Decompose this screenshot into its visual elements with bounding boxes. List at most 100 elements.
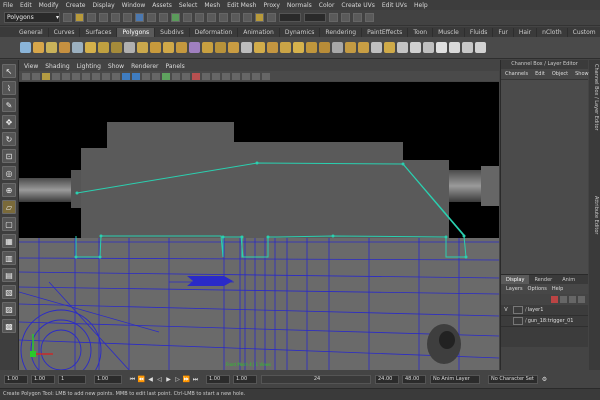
bridge-icon[interactable] [267,42,278,53]
layout-single-icon[interactable]: ▢ [2,217,16,231]
cylindrical-mapping-icon[interactable] [410,42,421,53]
open-scene-icon[interactable] [75,13,84,22]
gate-mask-icon[interactable] [92,72,100,80]
camera-select-icon[interactable] [22,72,30,80]
menu-color[interactable]: Color [319,2,335,9]
tab-display-layers[interactable]: Display [501,275,530,284]
range-end-field[interactable]: 24.00 [375,374,399,384]
poly-cylinder-icon[interactable] [46,42,57,53]
input-field-1[interactable] [279,13,301,22]
tab-curves[interactable]: Curves [49,28,81,37]
ambient-occlusion-icon[interactable] [232,72,240,80]
lasso-tool-icon[interactable]: ⌇ [2,81,16,95]
poly-sphere-icon[interactable] [20,42,31,53]
mask-face-icon[interactable] [159,13,168,22]
layout-graph-icon[interactable]: ▧ [2,285,16,299]
separate-icon[interactable] [163,42,174,53]
poke-icon[interactable] [384,42,395,53]
step-forward-key-icon[interactable]: ▷ [173,375,182,384]
xray-joints-icon[interactable] [202,72,210,80]
layer-display-type-toggle[interactable] [513,306,523,314]
insert-edge-loop-icon[interactable] [306,42,317,53]
wireframe-on-shaded-icon[interactable] [142,72,150,80]
poly-cube-icon[interactable] [33,42,44,53]
step-back-key-icon[interactable]: ◀ [146,375,155,384]
lights-icon[interactable] [172,72,180,80]
boolean-intersection-icon[interactable] [228,42,239,53]
go-to-end-icon[interactable]: ⏭ [191,375,200,384]
poly-pyramid-icon[interactable] [111,42,122,53]
start-time-field[interactable]: 1.00 [4,374,28,384]
tab-animation[interactable]: Animation [238,28,280,37]
toggle-panel-icon[interactable] [329,13,338,22]
anim-layer-dropdown[interactable]: No Anim Layer [430,374,480,384]
tab-render-layers[interactable]: Render [529,275,557,284]
create-polygon-tool-icon[interactable]: ▱ [2,200,16,214]
tab-muscle[interactable]: Muscle [433,28,465,37]
menu-edit-uvs[interactable]: Edit UVs [382,2,407,9]
cb-menu-object[interactable]: Object [552,71,568,77]
anim-end-field[interactable]: 48.00 [402,374,426,384]
boolean-union-icon[interactable] [202,42,213,53]
tab-dynamics[interactable]: Dynamics [280,28,321,37]
input-field-2[interactable] [304,13,326,22]
menu-create-uvs[interactable]: Create UVs [341,2,374,9]
save-scene-icon[interactable] [87,13,96,22]
poly-torus-icon[interactable] [85,42,96,53]
tab-surfaces[interactable]: Surfaces [80,28,118,37]
tab-rendering[interactable]: Rendering [320,28,363,37]
scale-tool-icon[interactable]: ⊡ [2,149,16,163]
boolean-difference-icon[interactable] [215,42,226,53]
extrude-icon[interactable] [254,42,265,53]
poly-pipe-icon[interactable] [124,42,135,53]
go-to-start-icon[interactable]: ⏮ [128,375,137,384]
layer-menu-help[interactable]: Help [552,286,563,292]
layout-four-icon[interactable]: ▦ [2,234,16,248]
menu-help[interactable]: Help [414,2,428,9]
menu-display[interactable]: Display [93,2,115,9]
soft-mod-icon[interactable]: ◎ [2,166,16,180]
layer-row[interactable]: / gun_18:trigger_01 [501,316,588,327]
wedge-icon[interactable] [371,42,382,53]
motion-blur-icon[interactable] [242,72,250,80]
character-set-dropdown[interactable]: No Character Set [488,374,538,384]
playback-start-field[interactable]: 1.00 [31,374,55,384]
camera-attributes-icon[interactable] [32,72,40,80]
side-tab-channel-box[interactable]: Channel Box / Layer Editor [590,64,599,131]
combine-icon[interactable] [150,42,161,53]
select-component-icon[interactable] [123,13,132,22]
current-frame-field[interactable]: 1.00 [94,374,122,384]
grid-toggle-icon[interactable] [62,72,70,80]
layer-display-type-toggle[interactable] [513,317,523,325]
cb-menu-channels[interactable]: Channels [505,71,528,77]
tab-toon[interactable]: Toon [408,28,434,37]
shadows-icon[interactable] [182,72,190,80]
menu-create[interactable]: Create [66,2,86,9]
image-plane-icon[interactable] [52,72,60,80]
menu-proxy[interactable]: Proxy [263,2,279,9]
tab-hair[interactable]: Hair [514,28,538,37]
move-down-icon[interactable] [578,296,585,303]
extract-icon[interactable] [176,42,187,53]
collapse-icon[interactable] [358,42,369,53]
poly-prism-icon[interactable] [98,42,109,53]
xray-icon[interactable] [152,72,160,80]
layout-two-icon[interactable]: ▥ [2,251,16,265]
tab-general[interactable]: General [14,28,49,37]
step-forward-icon[interactable]: ⏩ [182,375,191,384]
manipulator-icon[interactable]: ⊕ [2,183,16,197]
mask-vertex-icon[interactable] [135,13,144,22]
menu-edit-mesh[interactable]: Edit Mesh [227,2,256,9]
layer-row[interactable]: V / layer1 [501,305,588,316]
wireframe-icon[interactable] [122,72,130,80]
snap-grid-icon[interactable] [183,13,192,22]
bevel-icon[interactable] [332,42,343,53]
preferences-icon[interactable]: ⚙ [540,375,549,384]
panel-menu-lighting[interactable]: Lighting [77,63,101,70]
side-tab-attribute-editor[interactable]: Attribute Editor [590,196,599,234]
layout-hypershade-icon[interactable]: ▨ [2,302,16,316]
uv-editor-icon[interactable] [449,42,460,53]
move-tool-icon[interactable]: ✥ [2,115,16,129]
cb-menu-edit[interactable]: Edit [535,71,545,77]
select-tool-icon[interactable]: ↖ [2,64,16,78]
